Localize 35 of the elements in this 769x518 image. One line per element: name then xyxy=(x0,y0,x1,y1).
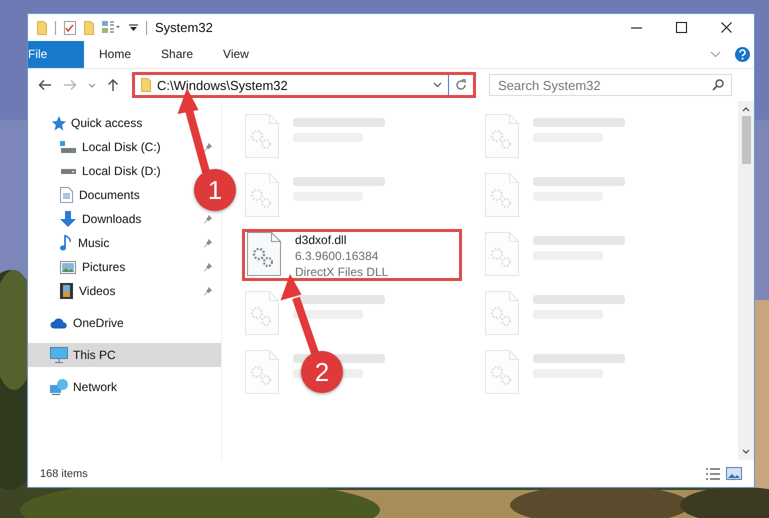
search-field[interactable]: Search System32 xyxy=(489,74,732,96)
sidebar-item[interactable]: Quick access xyxy=(28,111,221,135)
sidebar-item[interactable]: Local Disk (D:) xyxy=(60,164,161,178)
sidebar-label: Network xyxy=(73,380,118,394)
sidebar-label: Downloads xyxy=(82,212,142,226)
sidebar-label: Pictures xyxy=(82,260,126,274)
item-count: 168 items xyxy=(40,468,88,480)
file-name: d3dxof.dll xyxy=(295,232,348,248)
file-item[interactable]: d3dxof.dll 6.3.9600.16384 DirectX Files DLL xyxy=(242,229,462,281)
sidebar-item[interactable]: Videos xyxy=(60,283,116,299)
sidebar-label: Quick access xyxy=(71,116,142,130)
sidebar-item[interactable]: Pictures xyxy=(60,260,126,274)
file-detail: 6.3.9600.16384 xyxy=(295,248,380,264)
sidebar-item[interactable]: Network xyxy=(28,375,221,399)
sidebar-item[interactable]: Downloads xyxy=(60,211,142,227)
sidebar-label: Local Disk (C:) xyxy=(82,140,161,154)
file-menu-tab[interactable]: File xyxy=(28,41,84,68)
ribbon-tab[interactable]: View xyxy=(208,41,264,68)
sidebar-item[interactable]: Music xyxy=(60,235,110,251)
window-title: System32 xyxy=(155,20,213,35)
address-path: C:\Windows\System32 xyxy=(157,78,288,92)
address-bar[interactable]: C:\Windows\System32 xyxy=(132,72,476,98)
sidebar-item[interactable]: Local Disk (C:) xyxy=(60,140,161,154)
sidebar-label: OneDrive xyxy=(73,316,124,330)
sidebar-label: Documents xyxy=(79,188,140,202)
sidebar-item[interactable]: This PC xyxy=(28,343,221,367)
ribbon-tab[interactable]: Share xyxy=(146,41,208,68)
sidebar-label: Music xyxy=(78,236,110,250)
file-detail: DirectX Files DLL xyxy=(295,264,388,280)
sidebar-label: Local Disk (D:) xyxy=(82,164,161,178)
sidebar-label: This PC xyxy=(73,348,116,362)
sidebar-item[interactable]: Documents xyxy=(60,187,140,203)
ribbon-tab[interactable]: Home xyxy=(84,41,146,68)
sidebar-item[interactable]: OneDrive xyxy=(28,311,221,335)
sidebar-label: Videos xyxy=(79,284,116,298)
